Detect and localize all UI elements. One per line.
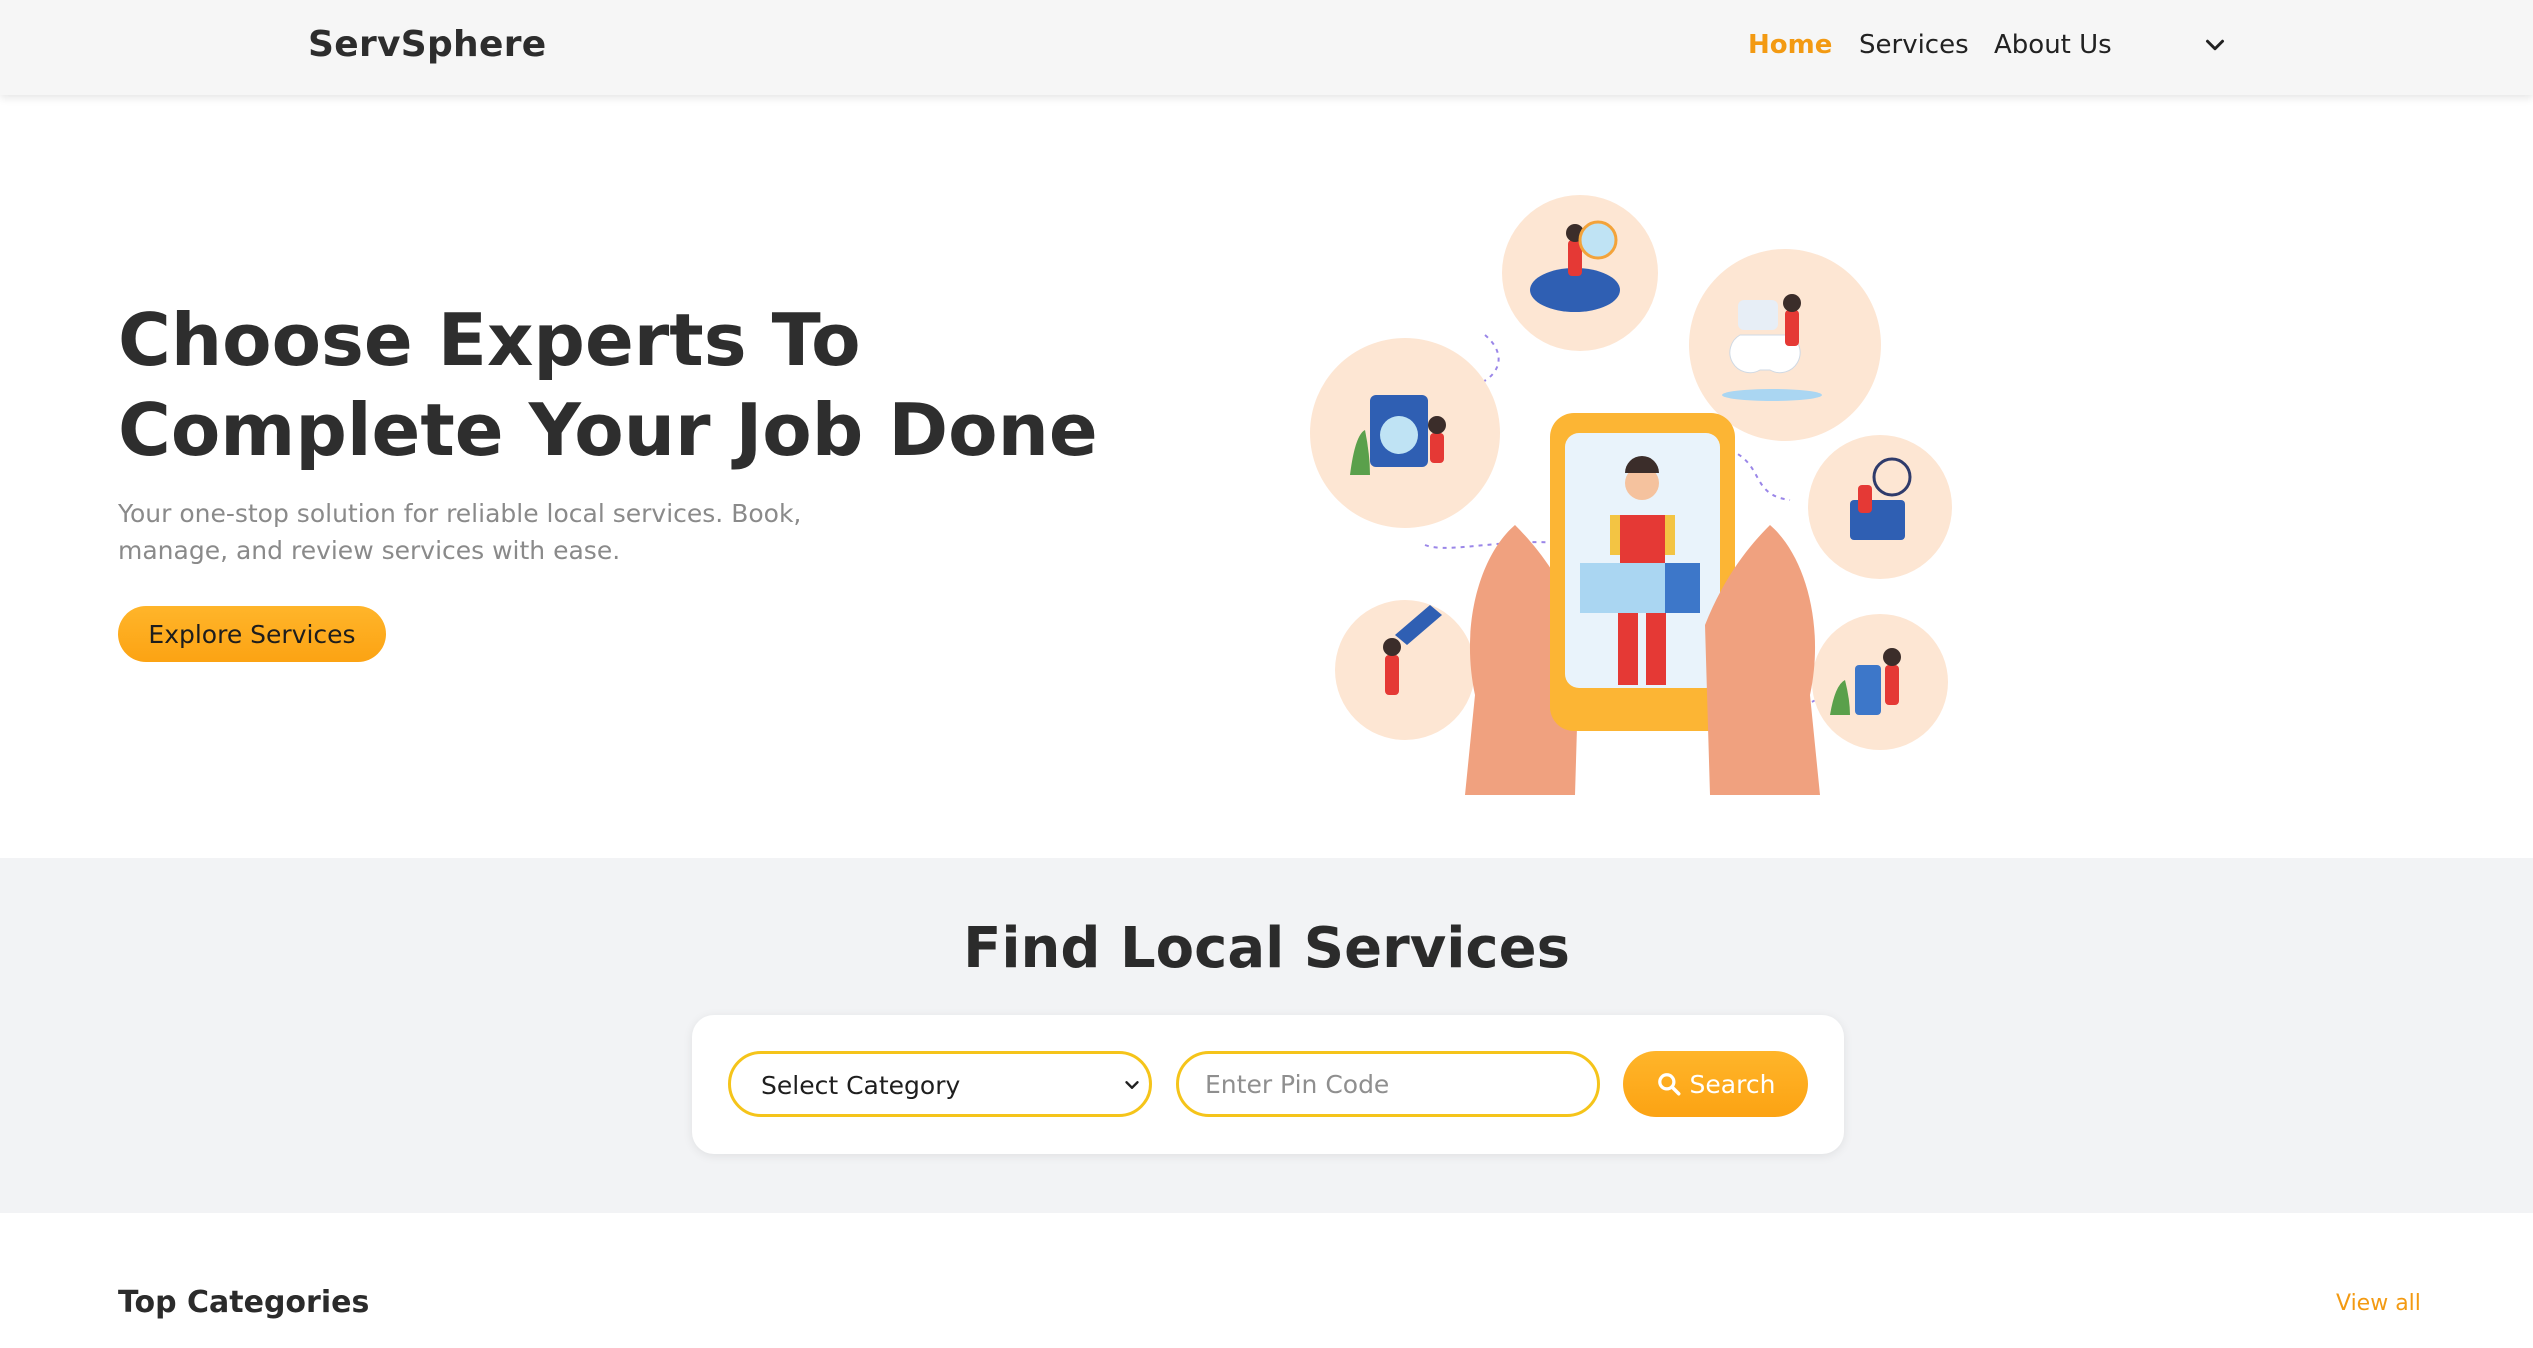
search-button-label: Search	[1689, 1069, 1776, 1099]
nav-services-link[interactable]: Services	[1859, 30, 1969, 60]
nav-about-link[interactable]: About Us	[1994, 30, 2112, 60]
top-categories-title: Top Categories	[118, 1285, 370, 1320]
pin-code-input[interactable]	[1176, 1051, 1600, 1117]
heater-service-icon	[1808, 435, 1952, 579]
chevron-down-icon	[1125, 1081, 1139, 1089]
search-button[interactable]: Search	[1623, 1051, 1808, 1117]
hero-section: Choose Experts To Complete Your Job Done…	[0, 95, 2533, 858]
explore-services-button[interactable]: Explore Services	[118, 606, 386, 662]
toilet-service-icon	[1689, 249, 1881, 441]
navbar: ServSphere Home Services About Us	[0, 0, 2533, 95]
plunger-service-icon	[1335, 600, 1475, 740]
chevron-down-icon[interactable]	[2200, 30, 2230, 60]
bathtub-service-icon	[1502, 195, 1658, 351]
phone-illustration	[1465, 413, 1820, 795]
find-services-section: Find Local Services Select Category Sear…	[0, 858, 2533, 1213]
top-categories-section: Top Categories View all	[0, 1213, 2533, 1348]
hero-subtitle: Your one-stop solution for reliable loca…	[118, 499, 802, 565]
brand-logo[interactable]: ServSphere	[308, 24, 546, 65]
search-card: Select Category Search	[692, 1015, 1844, 1154]
category-select[interactable]: Select Category	[728, 1051, 1152, 1117]
washing-machine-service-icon	[1310, 338, 1500, 528]
hero-title: Choose Experts To Complete Your Job Done	[118, 298, 1098, 472]
view-all-link[interactable]: View all	[2336, 1291, 2421, 1316]
nav-home-link[interactable]: Home	[1748, 30, 1832, 60]
search-icon	[1657, 1073, 1681, 1096]
find-services-title: Find Local Services	[963, 916, 1570, 981]
category-select-value: Select Category	[761, 1071, 961, 1100]
hero-illustration	[1310, 195, 1952, 795]
sink-service-icon	[1812, 614, 1948, 750]
